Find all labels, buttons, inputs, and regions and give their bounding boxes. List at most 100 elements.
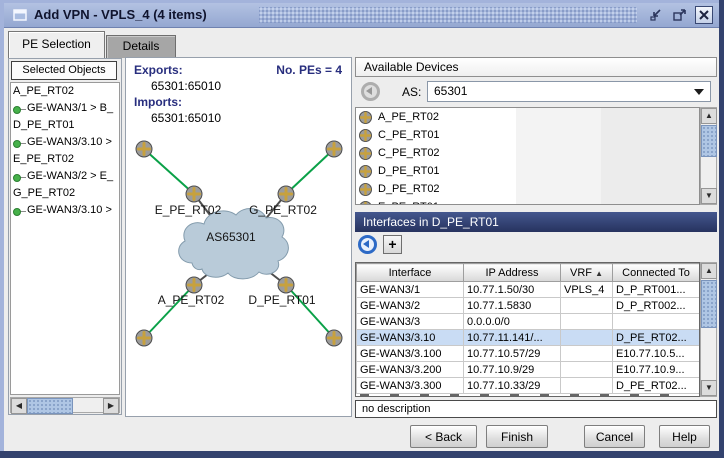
table-row[interactable]: GE-WAN3/3 0.0.0.0/0 xyxy=(357,314,700,330)
table-row[interactable]: GE-WAN3/1 10.77.1.50/30 VPLS_4 D_P_RT001… xyxy=(357,282,700,298)
tab-details[interactable]: Details xyxy=(106,35,176,58)
cell-vrf[interactable] xyxy=(561,346,613,362)
finish-button[interactable]: Finish xyxy=(486,425,548,448)
close-button[interactable] xyxy=(695,6,713,24)
title-bar[interactable]: Add VPN - VPLS_4 (4 items) xyxy=(4,3,719,28)
scroll-down-button[interactable]: ▼ xyxy=(701,380,717,396)
cell-ip[interactable]: 10.77.1.5830 xyxy=(464,298,561,314)
as-combobox[interactable]: 65301 xyxy=(427,81,711,102)
column-header-vrf[interactable]: VRF ▲ xyxy=(561,264,613,282)
vertical-scrollbar[interactable]: ▲ ▼ xyxy=(700,107,717,205)
cell-ip[interactable]: 10.77.10.9/29 xyxy=(464,362,561,378)
cell-interface[interactable]: GE-WAN3/3.300 xyxy=(357,378,464,394)
device-list-item[interactable]: A_PE_RT02 xyxy=(356,108,699,126)
pe-router-icon[interactable] xyxy=(278,186,294,202)
chevron-down-icon[interactable] xyxy=(694,89,704,95)
pe-router-icon[interactable] xyxy=(186,186,202,202)
device-list-item[interactable]: D_PE_RT01 xyxy=(356,162,699,180)
cell-interface[interactable]: GE-WAN3/3.10 xyxy=(357,330,464,346)
cell-ip[interactable]: 10.77.10.33/29 xyxy=(464,378,561,394)
selected-objects-tree[interactable]: A_PE_RT02 GE-WAN3/1 > B_ D_PE_RT01 GE-WA… xyxy=(10,82,120,395)
cell-connected-to[interactable]: D_P_RT002... xyxy=(613,298,700,314)
device-list-item[interactable]: D_PE_RT02 xyxy=(356,180,699,198)
ce-router-icon[interactable] xyxy=(136,141,152,157)
cell-vrf[interactable]: VPLS_4 xyxy=(561,282,613,298)
device-name: C_PE_RT01 xyxy=(378,129,440,141)
device-name: A_PE_RT02 xyxy=(378,111,439,123)
cell-vrf[interactable] xyxy=(561,298,613,314)
cancel-button[interactable]: Cancel xyxy=(584,425,645,448)
device-list-item[interactable]: C_PE_RT02 xyxy=(356,144,699,162)
window-border-left xyxy=(0,0,4,458)
cell-interface[interactable]: GE-WAN3/3 xyxy=(357,314,464,330)
vertical-scrollbar[interactable]: ▲ ▼ xyxy=(700,262,717,397)
add-interface-button[interactable]: + xyxy=(383,235,402,254)
device-list[interactable]: A_PE_RT02 C_PE_RT01 C_PE_RT02 D_PE_RT01 … xyxy=(355,107,700,205)
device-list-item[interactable]: C_PE_RT01 xyxy=(356,126,699,144)
interfaces-table: Interface IP Address VRF ▲ Connected To … xyxy=(355,262,700,397)
cell-vrf[interactable] xyxy=(561,330,613,346)
ce-router-icon[interactable] xyxy=(136,330,152,346)
ce-router-icon[interactable] xyxy=(326,141,342,157)
cell-vrf[interactable] xyxy=(561,362,613,378)
scroll-up-button[interactable]: ▲ xyxy=(701,108,717,124)
table-row[interactable]: GE-WAN3/2 10.77.1.5830 D_P_RT002... xyxy=(357,298,700,314)
scroll-up-button[interactable]: ▲ xyxy=(701,263,717,279)
cell-connected-to[interactable]: E10.77.10.5... xyxy=(613,346,700,362)
table-row-selected[interactable]: GE-WAN3/3.10 10.77.11.141/... D_PE_RT02.… xyxy=(357,330,700,346)
cell-vrf[interactable] xyxy=(561,378,613,394)
cell-interface[interactable]: GE-WAN3/1 xyxy=(357,282,464,298)
tree-item-device[interactable]: E_PE_RT02 xyxy=(11,151,119,168)
column-header-ip-address[interactable]: IP Address xyxy=(464,264,561,282)
cell-connected-to[interactable]: D_P_RT001... xyxy=(613,282,700,298)
pe-router-icon[interactable] xyxy=(278,277,294,293)
cell-vrf[interactable] xyxy=(561,314,613,330)
tree-item-device[interactable]: G_PE_RT02 xyxy=(11,185,119,202)
cell-connected-to[interactable]: D_PE_RT02... xyxy=(613,378,700,394)
tree-item-interface[interactable]: GE-WAN3/3.10 > xyxy=(11,134,119,151)
scrollbar-thumb[interactable] xyxy=(701,125,717,157)
cell-ip[interactable]: 10.77.11.141/... xyxy=(464,330,561,346)
table-row[interactable]: GE-WAN3/3.100 10.77.10.57/29 E10.77.10.5… xyxy=(357,346,700,362)
column-header-connected-to[interactable]: Connected To xyxy=(613,264,700,282)
cell-ip[interactable]: 0.0.0.0/0 xyxy=(464,314,561,330)
as-label: AS: xyxy=(402,85,421,99)
cell-interface[interactable]: GE-WAN3/2 xyxy=(357,298,464,314)
scrollbar-thumb[interactable] xyxy=(27,398,73,414)
interfaces-toolbar: + xyxy=(355,234,717,258)
scroll-down-button[interactable]: ▼ xyxy=(701,188,717,204)
pe-router-icon[interactable] xyxy=(186,277,202,293)
device-list-item[interactable]: E_PE_RT01 xyxy=(356,198,699,205)
tab-pe-selection[interactable]: PE Selection xyxy=(8,31,105,58)
scrollbar-thumb[interactable] xyxy=(701,280,717,328)
help-button[interactable]: Help xyxy=(659,425,710,448)
tree-item-interface[interactable]: GE-WAN3/1 > B_ xyxy=(11,100,119,117)
cell-interface[interactable]: GE-WAN3/3.200 xyxy=(357,362,464,378)
column-header-interface[interactable]: Interface xyxy=(357,264,464,282)
tree-item-device[interactable]: A_PE_RT02 xyxy=(11,83,119,100)
horizontal-scrollbar[interactable]: ◀ ▶ xyxy=(10,397,120,413)
back-arrow-button[interactable] xyxy=(358,235,377,254)
cell-ip[interactable]: 10.77.1.50/30 xyxy=(464,282,561,298)
back-button[interactable]: < Back xyxy=(410,425,477,448)
cell-connected-to[interactable]: D_PE_RT02... xyxy=(613,330,700,346)
partially-visible-row xyxy=(360,394,669,397)
tree-item-interface[interactable]: GE-WAN3/3.10 > xyxy=(11,202,119,219)
cell-ip[interactable]: 10.77.10.57/29 xyxy=(464,346,561,362)
ce-router-icon[interactable] xyxy=(326,330,342,346)
table-row[interactable]: GE-WAN3/3.200 10.77.10.9/29 E10.77.10.9.… xyxy=(357,362,700,378)
tree-item-interface[interactable]: GE-WAN3/2 > E_ xyxy=(11,168,119,185)
exports-value: 65301:65010 xyxy=(151,79,221,93)
back-arrow-button-disabled[interactable] xyxy=(361,82,380,101)
tree-item-device[interactable]: D_PE_RT01 xyxy=(11,117,119,134)
scroll-right-button[interactable]: ▶ xyxy=(103,398,119,414)
cell-connected-to[interactable] xyxy=(613,314,700,330)
cell-connected-to[interactable]: E10.77.10.9... xyxy=(613,362,700,378)
scroll-left-button[interactable]: ◀ xyxy=(11,398,27,414)
selected-objects-header[interactable]: Selected Objects xyxy=(11,61,117,80)
maximize-icon[interactable] xyxy=(672,7,688,23)
minimize-icon[interactable] xyxy=(649,7,665,23)
cell-interface[interactable]: GE-WAN3/3.100 xyxy=(357,346,464,362)
imports-label: Imports: xyxy=(134,95,182,109)
table-row[interactable]: GE-WAN3/3.300 10.77.10.33/29 D_PE_RT02..… xyxy=(357,378,700,394)
